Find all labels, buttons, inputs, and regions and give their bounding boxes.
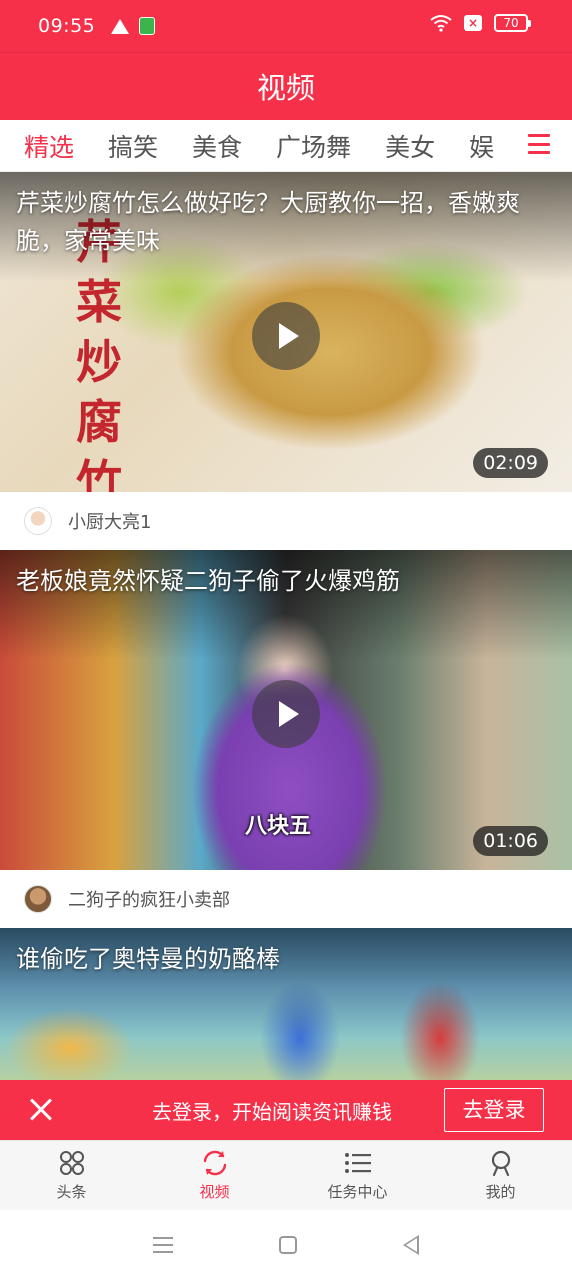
nav-item-headlines[interactable]: 头条 — [0, 1141, 143, 1210]
video-thumbnail[interactable]: 芹菜炒腐竹 芹菜炒腐竹怎么做好吃？大厨教你一招，香嫩爽脆，家常美味 02:09 — [0, 172, 572, 492]
tabs-menu-icon[interactable] — [528, 134, 550, 154]
no-sim-icon: × — [464, 15, 482, 31]
refresh-icon — [203, 1150, 226, 1176]
video-duration: 02:09 — [473, 448, 548, 478]
video-card[interactable]: 芹菜炒腐竹 芹菜炒腐竹怎么做好吃？大厨教你一招，香嫩爽脆，家常美味 02:09 … — [0, 172, 572, 550]
status-time: 09:55 — [38, 15, 96, 37]
battery-icon: 70 — [494, 14, 531, 32]
person-icon — [491, 1150, 510, 1177]
status-bar: 09:55 × 70 — [0, 0, 572, 52]
login-banner-text: 去登录，开始阅读资讯赚钱 — [152, 1099, 392, 1124]
grid-icon — [59, 1151, 84, 1175]
video-card[interactable]: 老板娘竟然怀疑二狗子偷了火爆鸡筋 八块五 01:06 二狗子的疯狂小卖部 — [0, 550, 572, 928]
login-banner: 去登录，开始阅读资讯赚钱 去登录 — [0, 1080, 572, 1140]
home-icon[interactable] — [279, 1236, 297, 1254]
tabs-fade — [502, 120, 522, 171]
nav-label: 任务中心 — [327, 1183, 388, 1201]
nav-label: 头条 — [56, 1183, 87, 1201]
page-title-bar: 视频 — [0, 52, 572, 120]
system-nav-bar — [0, 1210, 572, 1280]
category-tabs: 精选 搞笑 美食 广场舞 美女 娱 — [0, 120, 572, 172]
nav-label: 视频 — [199, 1183, 230, 1201]
close-icon[interactable] — [0, 1080, 80, 1140]
video-title[interactable]: 老板娘竟然怀疑二狗子偷了火爆鸡筋 — [16, 562, 556, 600]
tab-beauty[interactable]: 美女 — [385, 128, 435, 164]
nav-item-task-center[interactable]: 任务中心 — [286, 1141, 429, 1210]
tab-food[interactable]: 美食 — [192, 128, 242, 164]
back-icon[interactable] — [403, 1235, 419, 1255]
play-icon[interactable] — [252, 680, 320, 748]
nav-item-me[interactable]: 我的 — [429, 1141, 572, 1210]
status-right-icons: × 70 — [430, 14, 531, 32]
author-name[interactable]: 小厨大亮1 — [68, 508, 151, 534]
tab-entertainment[interactable]: 娱 — [469, 128, 493, 164]
app-notification-icon — [139, 17, 156, 35]
video-feed[interactable]: 芹菜炒腐竹 芹菜炒腐竹怎么做好吃？大厨教你一招，香嫩爽脆，家常美味 02:09 … — [0, 172, 572, 1080]
status-left-icons — [111, 17, 156, 35]
tab-square-dance[interactable]: 广场舞 — [276, 128, 351, 164]
thumbnail-caption: 八块五 — [245, 814, 312, 839]
author-row[interactable]: 小厨大亮1 — [0, 492, 572, 550]
recent-apps-icon[interactable] — [153, 1237, 173, 1253]
avatar[interactable] — [24, 885, 52, 913]
bottom-nav: 头条 视频 任务中心 我的 — [0, 1140, 572, 1210]
author-name[interactable]: 二狗子的疯狂小卖部 — [68, 886, 230, 912]
wifi-icon — [430, 15, 452, 32]
page-title: 视频 — [256, 71, 315, 105]
tab-funny[interactable]: 搞笑 — [108, 128, 158, 164]
warning-icon — [111, 18, 130, 34]
video-title[interactable]: 谁偷吃了奥特曼的奶酪棒 — [16, 940, 556, 978]
video-title[interactable]: 芹菜炒腐竹怎么做好吃？大厨教你一招，香嫩爽脆，家常美味 — [16, 184, 556, 260]
list-icon — [344, 1153, 371, 1173]
login-button[interactable]: 去登录 — [444, 1088, 544, 1132]
nav-item-video[interactable]: 视频 — [143, 1141, 286, 1210]
avatar[interactable] — [24, 507, 52, 535]
nav-label: 我的 — [485, 1183, 516, 1201]
play-icon[interactable] — [252, 302, 320, 370]
video-thumbnail[interactable]: 谁偷吃了奥特曼的奶酪棒 — [0, 928, 572, 1080]
battery-level: 70 — [503, 16, 519, 30]
video-thumbnail[interactable]: 老板娘竟然怀疑二狗子偷了火爆鸡筋 八块五 01:06 — [0, 550, 572, 870]
tab-featured[interactable]: 精选 — [24, 128, 74, 164]
video-duration: 01:06 — [473, 826, 548, 856]
video-card[interactable]: 谁偷吃了奥特曼的奶酪棒 — [0, 928, 572, 1080]
author-row[interactable]: 二狗子的疯狂小卖部 — [0, 870, 572, 928]
